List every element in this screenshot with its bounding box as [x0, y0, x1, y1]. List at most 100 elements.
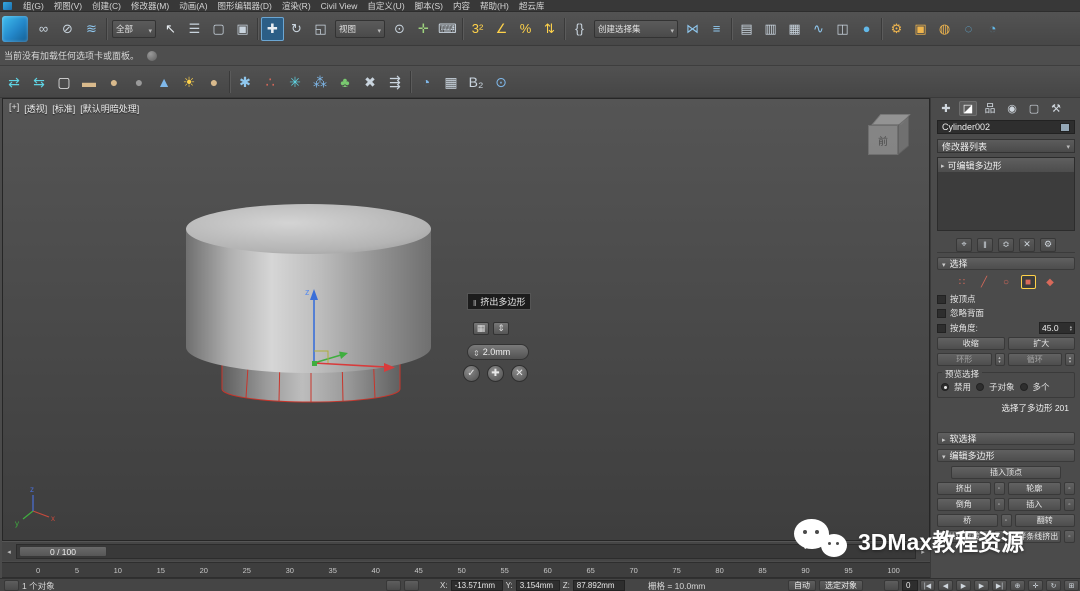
- modifier-stack[interactable]: 可编辑多边形: [937, 157, 1075, 231]
- material-editor-button[interactable]: ●: [855, 17, 878, 41]
- render-setup-button[interactable]: ⚙: [885, 17, 908, 41]
- inset-button[interactable]: 插入: [1008, 498, 1062, 511]
- shrink-button[interactable]: 收缩: [937, 337, 1005, 350]
- viewcube[interactable]: 前: [867, 113, 913, 159]
- insert-vertex-button[interactable]: 插入顶点: [951, 466, 1061, 479]
- object-color-swatch[interactable]: [1060, 123, 1070, 132]
- modifier-list-dropdown[interactable]: 修改器列表: [937, 139, 1075, 153]
- auto-key-button[interactable]: 自动: [788, 580, 816, 591]
- select-and-scale-button[interactable]: ◱: [309, 17, 332, 41]
- menu-item-6[interactable]: 渲染(R): [277, 0, 316, 12]
- bevel-settings-button[interactable]: [994, 498, 1005, 511]
- menu-item-1[interactable]: 视图(V): [49, 0, 87, 12]
- caddy-drag-handle-icon[interactable]: [473, 293, 476, 311]
- menu-item-10[interactable]: 内容: [448, 0, 475, 12]
- outline-button[interactable]: 轮廓: [1008, 482, 1062, 495]
- modify-tab[interactable]: ◪: [959, 101, 977, 116]
- select-and-manipulate-button[interactable]: ✛: [412, 17, 435, 41]
- grow-button[interactable]: 扩大: [1008, 337, 1076, 350]
- previous-frame-button[interactable]: ◀: [938, 580, 953, 591]
- motion-tab[interactable]: ◉: [1003, 101, 1021, 116]
- isolate-selection-toggle-button[interactable]: [386, 580, 401, 591]
- bevel-button[interactable]: 倒角: [937, 498, 991, 511]
- by-vertex-checkbox[interactable]: 按顶点: [937, 293, 1075, 305]
- spray-particles-button[interactable]: ∴: [258, 69, 282, 95]
- blizzard-particles-button[interactable]: ✳: [283, 69, 307, 95]
- outline-settings-button[interactable]: [1064, 482, 1075, 495]
- select-object-button[interactable]: ↖: [159, 17, 182, 41]
- align-button[interactable]: ≡: [705, 17, 728, 41]
- menu-item-12[interactable]: 超云库: [514, 0, 550, 12]
- coordinate-y-field[interactable]: 3.154mm: [516, 580, 560, 591]
- bone-tool-button[interactable]: B₂: [464, 69, 488, 95]
- pan-arrows-button[interactable]: ⇄: [2, 69, 26, 95]
- viewport-menu-standard[interactable]: [标准]: [52, 102, 75, 115]
- spinner-arrows-icon[interactable]: [1070, 325, 1072, 332]
- soft-selection-rollout-header[interactable]: 软选择: [937, 432, 1075, 445]
- extrude-direction-button[interactable]: ⇕: [493, 322, 509, 335]
- sphere-primitive-button[interactable]: ●: [127, 69, 151, 95]
- go-to-end-button[interactable]: ▶|: [992, 580, 1007, 591]
- percent-snap-toggle-button[interactable]: %: [514, 17, 537, 41]
- foliage-button[interactable]: ♣: [333, 69, 357, 95]
- selection-filter-dropdown[interactable]: 全部: [112, 20, 156, 38]
- menu-item-0[interactable]: 组(G): [18, 0, 49, 12]
- time-slider-handle[interactable]: 0 / 100: [19, 546, 107, 557]
- reference-coordinate-system-dropdown[interactable]: 视图: [335, 20, 385, 38]
- make-unique-button[interactable]: ≎: [998, 238, 1014, 252]
- geosphere-primitive-button[interactable]: ●: [202, 69, 226, 95]
- rectangular-selection-region-button[interactable]: ▢: [207, 17, 230, 41]
- ignore-backfacing-checkbox[interactable]: 忽略背面: [937, 307, 1075, 319]
- create-tab[interactable]: ✚: [937, 101, 955, 116]
- named-selection-sets-dropdown[interactable]: 创建选择集: [594, 20, 678, 38]
- polygon-subobject-button[interactable]: ■: [1021, 275, 1036, 289]
- viewport-menu-shading[interactable]: [默认明暗处理]: [80, 102, 139, 115]
- curve-editor-button[interactable]: ∿: [807, 17, 830, 41]
- element-subobject-button[interactable]: ◆: [1043, 275, 1058, 289]
- rendered-frame-window-button[interactable]: ▣: [909, 17, 932, 41]
- utilities-tab[interactable]: ⚒: [1047, 101, 1065, 116]
- grid-helper-button[interactable]: ▦: [439, 69, 463, 95]
- selection-lock-icon[interactable]: [404, 580, 419, 591]
- edge-subobject-button[interactable]: ╱: [977, 275, 992, 289]
- caddy-cancel-button[interactable]: ✕: [511, 365, 528, 382]
- pin-stack-button[interactable]: ⌖: [956, 238, 972, 252]
- time-slider-track[interactable]: 0 / 100: [16, 544, 916, 559]
- menu-item-5[interactable]: 图形编辑器(D): [213, 0, 277, 12]
- helper-sphere-button[interactable]: ◔: [414, 69, 438, 95]
- select-and-link-button[interactable]: ∞: [32, 17, 55, 41]
- inset-settings-button[interactable]: [1064, 498, 1075, 511]
- capsule-primitive-button[interactable]: ●: [102, 69, 126, 95]
- remove-modifier-button[interactable]: ✕: [1019, 238, 1035, 252]
- orbit-viewport-button[interactable]: ↻: [1046, 580, 1061, 591]
- graphite-modeling-ribbon-button[interactable]: ▦: [783, 17, 806, 41]
- unlink-selection-button[interactable]: ⊘: [56, 17, 79, 41]
- target-helper-button[interactable]: ⊙: [489, 69, 513, 95]
- schematic-view-button[interactable]: ◫: [831, 17, 854, 41]
- wind-arrows-button[interactable]: ⇶: [383, 69, 407, 95]
- selected-filter-button[interactable]: 选定对象: [819, 580, 863, 591]
- swap-arrows-button[interactable]: ⇆: [27, 69, 51, 95]
- snaps-toggle-button[interactable]: 3²: [466, 17, 489, 41]
- angle-value-field[interactable]: 45.0: [1039, 322, 1075, 334]
- render-production-button[interactable]: ◍: [933, 17, 956, 41]
- ring-button[interactable]: 环形: [937, 353, 992, 366]
- selection-rollout-header[interactable]: 选择: [937, 257, 1075, 270]
- menu-item-4[interactable]: 动画(A): [174, 0, 212, 12]
- extrude-button[interactable]: 挤出: [937, 482, 991, 495]
- set-key-button[interactable]: [884, 580, 899, 591]
- selection-lock-toggle-button[interactable]: [4, 580, 19, 591]
- use-pivot-point-center-button[interactable]: ⊙: [388, 17, 411, 41]
- spinner-snap-toggle-button[interactable]: ⇅: [538, 17, 561, 41]
- by-angle-checkbox[interactable]: 按角度:: [937, 322, 1036, 334]
- select-and-move-button[interactable]: ✚: [261, 17, 284, 41]
- app-menu-icon[interactable]: [3, 2, 12, 10]
- ring-spinner[interactable]: [995, 353, 1005, 366]
- edit-polygons-rollout-header[interactable]: 编辑多边形: [937, 449, 1075, 462]
- window-crossing-toggle-button[interactable]: ▣: [231, 17, 254, 41]
- toggle-scene-explorer-button[interactable]: ▤: [735, 17, 758, 41]
- 3dsmax-logo-icon[interactable]: [2, 16, 28, 42]
- menu-item-3[interactable]: 修改器(M): [126, 0, 174, 12]
- menu-item-7[interactable]: Civil View: [316, 0, 363, 12]
- preview-radio-2[interactable]: [1020, 383, 1028, 391]
